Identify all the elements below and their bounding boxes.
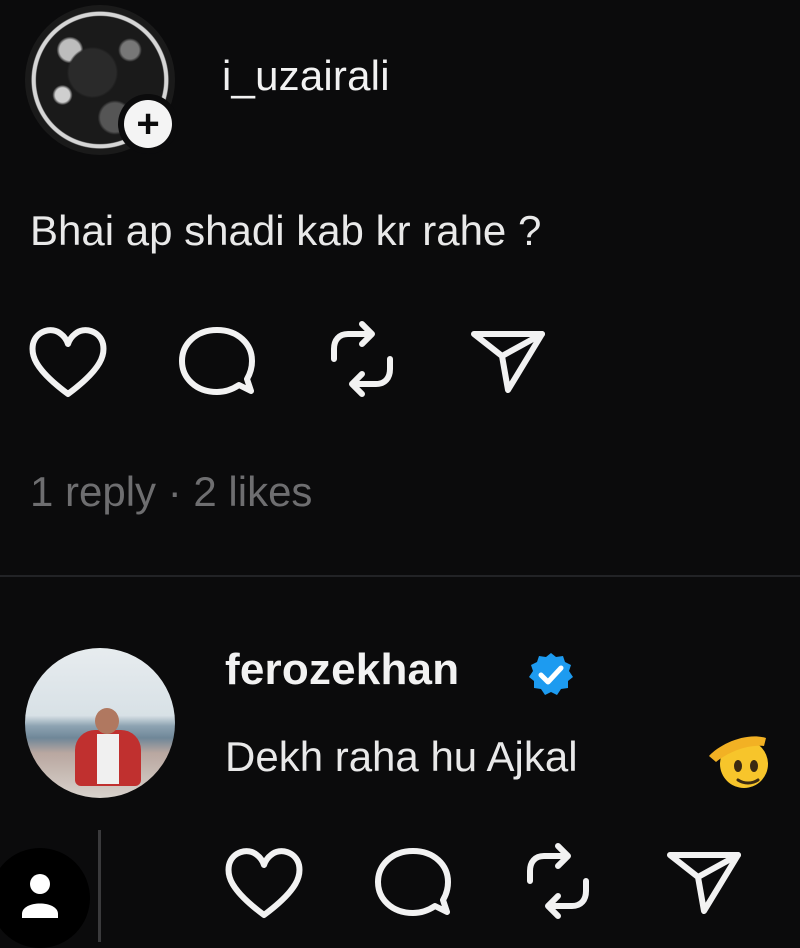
follow-button[interactable]: + xyxy=(118,94,178,154)
heart-icon[interactable] xyxy=(27,324,109,398)
comment-item-1: + i_uzairali Bhai ap shadi kab kr rahe ?… xyxy=(0,0,800,575)
divider xyxy=(0,575,800,577)
username[interactable]: ferozekhan xyxy=(225,645,459,695)
share-icon[interactable] xyxy=(664,845,744,919)
comment-icon[interactable] xyxy=(373,845,453,919)
person-icon xyxy=(22,874,58,918)
repost-icon[interactable] xyxy=(522,840,594,922)
comment-text: Bhai ap shadi kab kr rahe ? xyxy=(30,207,542,254)
repost-icon[interactable] xyxy=(326,318,398,400)
comment-icon[interactable] xyxy=(177,324,257,398)
saluting-face-emoji-icon xyxy=(709,736,768,788)
heart-icon[interactable] xyxy=(223,845,305,919)
replies-likes-count[interactable]: 1 reply · 2 likes xyxy=(30,468,312,516)
avatar[interactable] xyxy=(25,648,175,798)
verified-badge-icon xyxy=(529,653,573,695)
username[interactable]: i_uzairali xyxy=(222,52,390,100)
reply-thread-line xyxy=(98,830,101,942)
profile-button[interactable] xyxy=(0,848,90,948)
plus-icon: + xyxy=(124,100,172,148)
comment-text: Dekh raha hu Ajkal xyxy=(225,733,578,780)
share-icon[interactable] xyxy=(468,324,548,398)
